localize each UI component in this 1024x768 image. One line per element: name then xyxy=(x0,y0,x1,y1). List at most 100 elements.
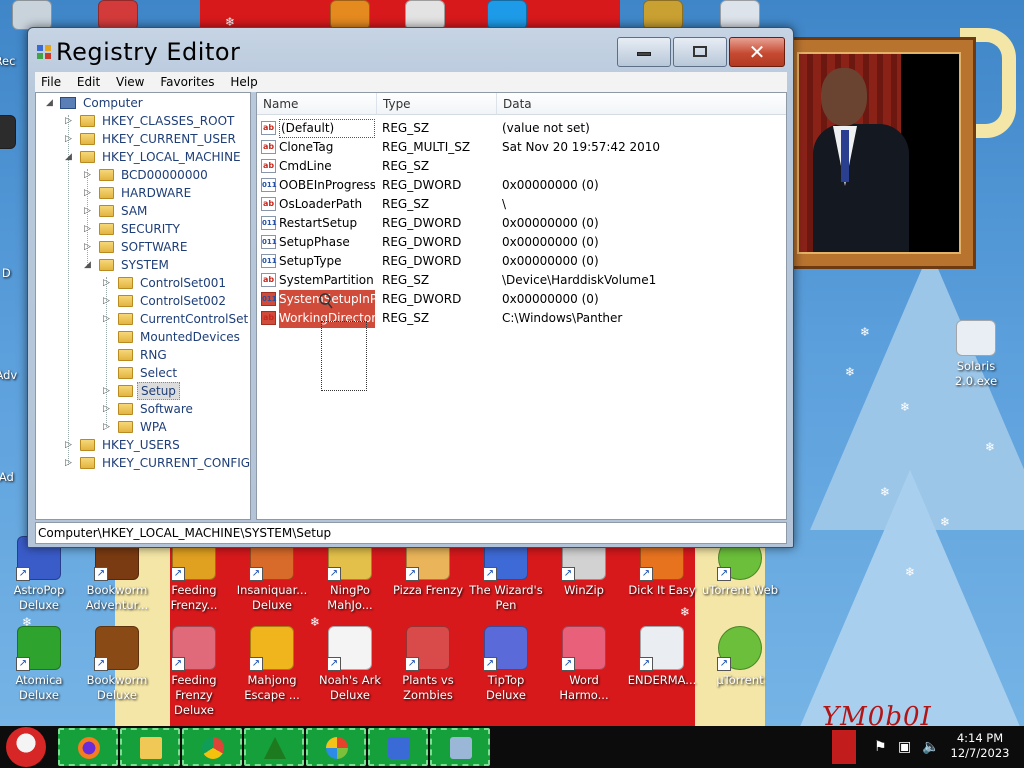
expand-icon[interactable]: ▷ xyxy=(65,454,75,472)
expand-icon[interactable]: ▷ xyxy=(103,400,113,418)
expand-icon[interactable]: ▷ xyxy=(65,436,75,454)
value-row[interactable]: 011 RestartSetup REG_DWORD 0x00000000 (0… xyxy=(257,214,786,233)
taskbar-chrome[interactable] xyxy=(182,728,242,766)
folder-icon xyxy=(99,205,114,217)
expand-icon[interactable]: ▷ xyxy=(65,130,75,148)
taskbar-christmas-app[interactable] xyxy=(244,728,304,766)
regedit-icon xyxy=(450,737,472,759)
desktop-icon-mahjong-escape[interactable]: ↗ Mahjong Escape ... xyxy=(233,626,311,703)
desktop-icon-atomica[interactable]: ↗ Atomica Deluxe xyxy=(0,626,78,703)
expand-icon[interactable]: ▷ xyxy=(84,202,94,220)
desktop-icon-bookworm[interactable]: ↗ Bookworm Deluxe xyxy=(78,626,156,703)
photo-frame-widget[interactable] xyxy=(782,37,976,269)
shortcut-arrow-icon: ↗ xyxy=(561,657,575,671)
desktop-icon-plants-vs-zombies[interactable]: ↗ Plants vs Zombies xyxy=(389,626,467,703)
start-button[interactable] xyxy=(6,727,46,767)
column-header-data[interactable]: Data xyxy=(497,93,786,115)
value-row[interactable]: ab OsLoaderPath REG_SZ \ xyxy=(257,195,786,214)
desktop-icon-noahs-ark[interactable]: ↗ Noah's Ark Deluxe xyxy=(311,626,389,703)
value-row[interactable]: 011 SetupPhase REG_DWORD 0x00000000 (0) xyxy=(257,233,786,252)
minimize-button[interactable] xyxy=(617,37,671,67)
expand-icon[interactable]: ▷ xyxy=(103,292,113,310)
close-button[interactable]: ✕ xyxy=(729,37,785,67)
binary-value-icon: 011 xyxy=(261,216,277,230)
maximize-button[interactable] xyxy=(673,37,727,67)
expand-icon[interactable]: ▷ xyxy=(84,184,94,202)
taskbar-explorer[interactable] xyxy=(120,728,180,766)
value-row[interactable]: ab CloneTag REG_MULTI_SZ Sat Nov 20 19:5… xyxy=(257,138,786,157)
value-row[interactable]: 011 SetupType REG_DWORD 0x00000000 (0) xyxy=(257,252,786,271)
value-row[interactable]: ab SystemPartition REG_SZ \Device\Harddi… xyxy=(257,271,786,290)
collapse-icon[interactable]: ◢ xyxy=(84,256,94,274)
value-row[interactable]: ab CmdLine REG_SZ xyxy=(257,157,786,176)
value-row[interactable]: 011 OOBEInProgress REG_DWORD 0x00000000 … xyxy=(257,176,786,195)
desktop-icon-enderman[interactable]: ↗ ENDERMA... xyxy=(623,626,701,688)
shortcut-arrow-icon: ↗ xyxy=(94,567,108,581)
desktop-icon-partial-left[interactable]: Al Adv xyxy=(0,368,28,383)
value-data: \ xyxy=(502,197,507,211)
desktop-icon-label: Feeding Frenzy Deluxe xyxy=(171,673,217,717)
shortcut-arrow-icon: ↗ xyxy=(94,657,108,671)
desktop-icon-utorrent[interactable]: ↗ µTorrent xyxy=(701,626,779,688)
expand-icon[interactable]: ▷ xyxy=(65,112,75,130)
value-list-pane[interactable]: Name Type Data ab (Default) REG_SZ (valu… xyxy=(256,92,787,520)
collapse-icon[interactable]: ◢ xyxy=(65,148,75,166)
desktop-icon-partial-left[interactable]: Al Ad xyxy=(0,470,28,485)
column-header-name[interactable]: Name xyxy=(257,93,377,115)
menu-help[interactable]: Help xyxy=(224,72,263,89)
taskbar-media-player[interactable] xyxy=(306,728,366,766)
desktop-icon-label: µTorrent xyxy=(716,673,764,687)
desktop-icon-partial-left[interactable] xyxy=(0,115,28,152)
menu-edit[interactable]: Edit xyxy=(71,72,106,89)
desktop-icon-partial-left[interactable]: Al D xyxy=(0,266,28,281)
volume-icon[interactable]: 🔈 xyxy=(922,739,939,755)
firefox-icon xyxy=(78,737,100,759)
desktop-icon-feeding-frenzy-deluxe[interactable]: ↗ Feeding Frenzy Deluxe xyxy=(155,626,233,718)
value-data: (value not set) xyxy=(502,121,590,135)
folder-icon xyxy=(80,151,95,163)
folder-icon xyxy=(80,439,95,451)
string-value-icon: ab xyxy=(261,121,276,135)
windows-logo-icon xyxy=(326,737,348,759)
expand-icon[interactable]: ▷ xyxy=(103,310,113,328)
value-type: REG_MULTI_SZ xyxy=(382,140,471,154)
expand-icon[interactable]: ▷ xyxy=(84,166,94,184)
desktop-icon-label: Solaris 2.0.exe xyxy=(954,359,998,388)
desktop-icon-label: Noah's Ark Deluxe xyxy=(318,673,382,702)
column-header-type[interactable]: Type xyxy=(377,93,497,115)
value-type: REG_DWORD xyxy=(382,292,462,306)
key-tree-pane[interactable]: ◢ Computer ▷ HKEY_CLASSES_ROOT ▷ HKEY_CU… xyxy=(35,92,251,520)
value-data: 0x00000000 (0) xyxy=(502,254,599,268)
collapse-icon[interactable]: ◢ xyxy=(46,94,56,112)
folder-icon xyxy=(140,737,162,759)
menu-file[interactable]: File xyxy=(35,72,67,89)
title-bar[interactable]: Registry Editor ✕ xyxy=(28,28,793,72)
desktop-icon-solaris[interactable]: Solaris 2.0.exe xyxy=(936,320,1016,389)
desktop-icon-label: ENDERMA... xyxy=(627,673,697,687)
taskbar-regedit[interactable] xyxy=(430,728,490,766)
expand-icon[interactable]: ▷ xyxy=(103,274,113,292)
shortcut-arrow-icon: ↗ xyxy=(16,567,30,581)
bookworm-icon: ↗ xyxy=(94,626,139,671)
expand-icon[interactable]: ▷ xyxy=(103,382,113,400)
taskbar-firefox[interactable] xyxy=(58,728,118,766)
expand-icon[interactable]: ▷ xyxy=(84,220,94,238)
menu-favorites[interactable]: Favorites xyxy=(154,72,220,89)
tray-notification[interactable] xyxy=(832,730,856,764)
network-icon[interactable]: ▣ xyxy=(898,739,911,755)
desktop-icon-word-harmony[interactable]: ↗ Word Harmo... xyxy=(545,626,623,703)
shortcut-arrow-icon: ↗ xyxy=(639,657,653,671)
taskbar-installer[interactable] xyxy=(368,728,428,766)
photo xyxy=(797,52,961,254)
folder-open-icon xyxy=(118,385,133,397)
action-center-icon[interactable]: ⚑ xyxy=(874,739,887,755)
desktop-icon-tiptop[interactable]: ↗ TipTop Deluxe xyxy=(467,626,545,703)
taskbar-clock[interactable]: 4:14 PM 12/7/2023 xyxy=(950,731,1010,761)
expand-icon[interactable]: ▷ xyxy=(103,418,113,436)
registry-editor-window[interactable]: Registry Editor ✕ File Edit View Favorit… xyxy=(27,27,794,548)
taskbar: ⚑ ▣ 🔈 4:14 PM 12/7/2023 xyxy=(0,726,1024,768)
value-row[interactable]: ab (Default) REG_SZ (value not set) xyxy=(257,119,786,138)
value-row-selected[interactable]: 011 SystemSetupInP... REG_DWORD 0x000000… xyxy=(257,290,786,309)
menu-view[interactable]: View xyxy=(110,72,150,89)
expand-icon[interactable]: ▷ xyxy=(84,238,94,256)
